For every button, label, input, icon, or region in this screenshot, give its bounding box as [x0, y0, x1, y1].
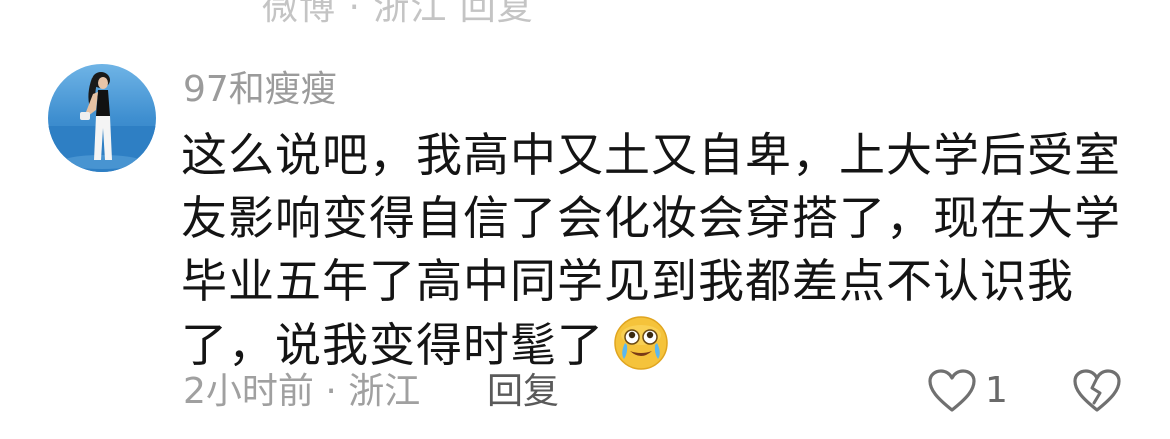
heart-outline-icon [928, 369, 976, 412]
comment-time-location: 2小时前 · 浙江 [183, 371, 421, 412]
reply-button[interactable]: 回复 [487, 370, 559, 414]
like-count: 1 [985, 370, 1008, 411]
comment-text-line: 友影响变得自信了会化妆会穿搭了，现在大学 [181, 191, 1121, 245]
comment-text-line: 毕业五年了高中同学见到我都差点不认识我 [181, 254, 1074, 308]
comment-text-line: 这么说吧，我高中又土又自卑，上大学后受室 [181, 128, 1121, 182]
comment-last-line: 了，说我变得时髦了 [181, 313, 1111, 376]
previous-comment-clipped-text: 微博 · 浙江 回复 [262, 0, 534, 28]
avatar-image [48, 64, 156, 172]
dislike-button[interactable] [1072, 368, 1122, 418]
comment-body: 这么说吧，我高中又土又自卑，上大学后受室 友影响变得自信了会化妆会穿搭了，现在大… [181, 124, 1121, 376]
broken-heart-icon [1073, 369, 1121, 412]
username[interactable]: 97和瘦瘦 [183, 68, 337, 112]
laugh-cry-emoji-icon [612, 313, 670, 371]
comment-text-line: 了，说我变得时髦了 [181, 318, 604, 372]
avatar[interactable] [48, 64, 156, 172]
like-button[interactable]: 1 [927, 368, 1008, 414]
comment-page: 微博 · 浙江 回复 97和瘦瘦 这么说吧，我高中又土又自卑，上大学后受室 友影… [0, 0, 1170, 439]
